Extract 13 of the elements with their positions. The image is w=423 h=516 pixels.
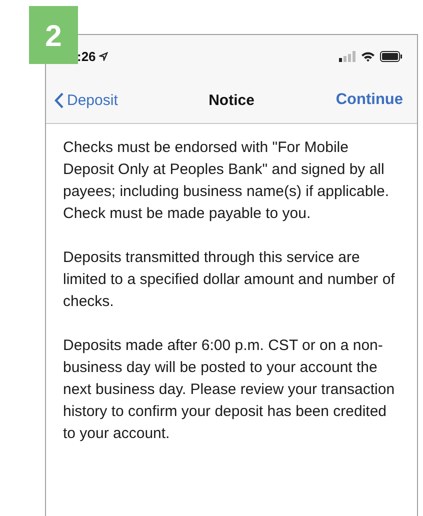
location-arrow-icon <box>98 52 108 60</box>
chevron-left-icon <box>54 92 64 108</box>
status-time: :26 <box>77 48 96 64</box>
signal-icon <box>339 50 356 62</box>
step-badge: 2 <box>29 6 78 64</box>
back-button[interactable]: Deposit <box>54 92 118 108</box>
nav-title: Notice <box>208 92 254 108</box>
notice-paragraph: Checks must be endorsed with "For Mobile Deposit Only at Peoples Bank" and signed by all payees; including business name(s) if applicable. Check must be made payable to you. <box>63 138 390 224</box>
wifi-icon <box>361 50 375 62</box>
notice-paragraph: Deposits transmitted through this service are limited to a specified dollar amount and number of checks. <box>63 248 396 312</box>
continue-button[interactable]: Continue <box>336 91 403 109</box>
notice-paragraph: Deposits made after 6:00 p.m. CST or on a non-business day will be posted to your account the next business day. Please review your transaction history to confirm your deposit has been credited to your account. <box>63 336 396 444</box>
battery-icon <box>380 50 403 62</box>
